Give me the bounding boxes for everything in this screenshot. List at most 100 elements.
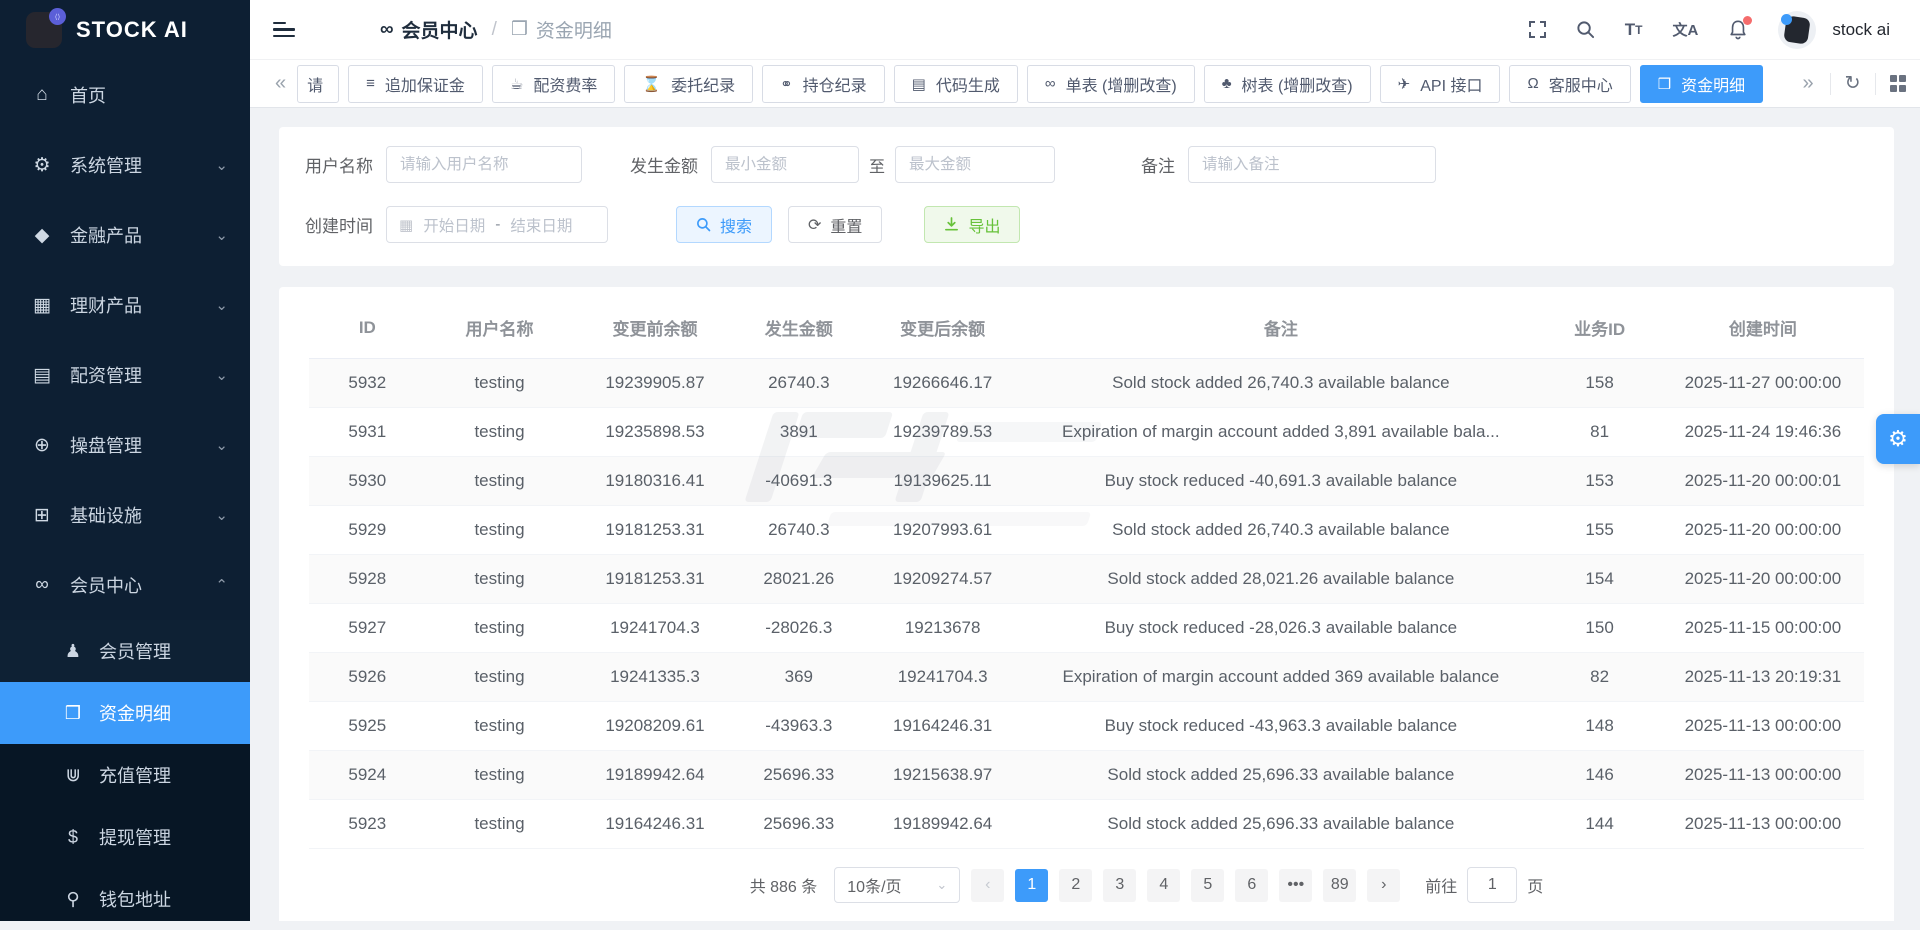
- cell-amount: 26740.3: [736, 358, 861, 408]
- sidebar-menu-item[interactable]: ⌂ 首页: [0, 60, 250, 130]
- goto-unit-label: 页: [1527, 879, 1544, 896]
- table-row[interactable]: 5925 testing 19208209.61 -43963.3 191642…: [309, 701, 1864, 751]
- page-number-button[interactable]: •••: [1279, 868, 1313, 902]
- font-size-icon[interactable]: TT: [1625, 20, 1643, 40]
- cell-balance-after: 19209274.57: [861, 554, 1025, 604]
- tab[interactable]: ☕ 配资费率: [491, 64, 616, 103]
- notification-badge: [1743, 16, 1753, 25]
- user-name-input[interactable]: [386, 146, 582, 183]
- fullscreen-icon[interactable]: [1528, 21, 1546, 38]
- next-page-button[interactable]: ›: [1367, 868, 1401, 902]
- sidebar-submenu-item[interactable]: ❒ 资金明细: [0, 682, 250, 744]
- sidebar-submenu-item[interactable]: ⋓ 充值管理: [0, 744, 250, 806]
- table-row[interactable]: 5924 testing 19189942.64 25696.33 192156…: [309, 750, 1864, 800]
- tab[interactable]: 请: [297, 64, 340, 103]
- export-button[interactable]: 导出: [924, 206, 1021, 243]
- cell-balance-after: 19213678: [861, 603, 1025, 653]
- brand-cube-icon: ⟨⟩: [26, 8, 66, 48]
- table-row[interactable]: 5928 testing 19181253.31 28021.26 192092…: [309, 554, 1864, 604]
- search-button[interactable]: 搜索: [676, 206, 773, 243]
- username[interactable]: stock ai: [1832, 20, 1890, 40]
- avatar[interactable]: [1778, 10, 1817, 49]
- translate-icon[interactable]: 文A: [1673, 19, 1699, 40]
- page-number-button[interactable]: 6: [1235, 868, 1269, 902]
- search-form-card: 用户名称 发生金额 至 备注 创: [279, 127, 1894, 266]
- sidebar-item-label: 操盘管理: [70, 436, 142, 456]
- tabs-scroll-right-icon[interactable]: »: [1800, 72, 1815, 95]
- binoculars-icon: ⚭: [780, 75, 793, 93]
- amount-min-input[interactable]: [711, 146, 859, 183]
- calendar-icon: ▦: [399, 216, 414, 234]
- app-window: ⟨⟩ STOCK AI ⌂ 首页 ⚙ 系统管理 ⌄ ◆ 金融产品 ⌄ ▦ 理财产…: [0, 0, 1920, 921]
- cell-created-time: 2025-11-13 00:00:00: [1661, 750, 1864, 800]
- table-row[interactable]: 5932 testing 19239905.87 26740.3 1926664…: [309, 358, 1864, 408]
- sidebar-subitem-label: 充值管理: [99, 766, 171, 786]
- table-row[interactable]: 5927 testing 19241704.3 -28026.3 1921367…: [309, 603, 1864, 653]
- date-range-input[interactable]: ▦ 开始日期 - 结束日期: [386, 206, 608, 243]
- table-row[interactable]: 5930 testing 19180316.41 -40691.3 191396…: [309, 456, 1864, 506]
- tab[interactable]: ▤ 代码生成: [893, 64, 1018, 103]
- sidebar-menu-item[interactable]: ▤ 配资管理 ⌄: [0, 340, 250, 410]
- cell-balance-after: 19164246.31: [861, 701, 1025, 751]
- tab[interactable]: Ω 客服中心: [1509, 64, 1631, 103]
- main-area: ∞ 会员中心 / ❒ 资金明细 TT 文A stock ai « 请 ≡ 追加保…: [250, 0, 1920, 921]
- notification-bell-icon[interactable]: [1728, 16, 1753, 40]
- page-number-button[interactable]: 1: [1015, 868, 1049, 902]
- sidebar: ⟨⟩ STOCK AI ⌂ 首页 ⚙ 系统管理 ⌄ ◆ 金融产品 ⌄ ▦ 理财产…: [0, 0, 250, 921]
- refresh-icon[interactable]: ↻: [1845, 72, 1861, 95]
- sidebar-collapse-icon[interactable]: [273, 21, 295, 38]
- page-number-button[interactable]: 2: [1059, 868, 1093, 902]
- breadcrumb: ∞ 会员中心 / ❒ 资金明细: [380, 16, 612, 43]
- layout-grid-icon[interactable]: [1889, 75, 1906, 92]
- sidebar-menu-item[interactable]: ▦ 理财产品 ⌄: [0, 270, 250, 340]
- table-row[interactable]: 5923 testing 19164246.31 25696.33 191899…: [309, 799, 1864, 849]
- tab[interactable]: ≡ 追加保证金: [348, 64, 483, 103]
- tab[interactable]: ❒ 资金明细: [1639, 64, 1764, 103]
- page-number-button[interactable]: 5: [1191, 868, 1225, 902]
- table-header-cell: 发生金额: [736, 295, 861, 359]
- cell-created-time: 2025-11-13 20:19:31: [1661, 652, 1864, 702]
- goto-page-input[interactable]: [1467, 867, 1518, 903]
- settings-gear-button[interactable]: ⚙: [1876, 414, 1920, 464]
- cell-balance-after: 19266646.17: [861, 358, 1025, 408]
- prev-page-button[interactable]: ‹: [971, 868, 1005, 902]
- chevron-icon: ⌄: [215, 367, 228, 384]
- cell-created-time: 2025-11-20 00:00:00: [1661, 554, 1864, 604]
- sidebar-submenu-item[interactable]: ♟ 会员管理: [0, 620, 250, 682]
- sidebar-menu-item[interactable]: ⊞ 基础设施 ⌄: [0, 480, 250, 550]
- sidebar-subitem-label: 提现管理: [99, 828, 171, 848]
- sidebar-submenu-item[interactable]: $ 提现管理: [0, 806, 250, 868]
- amount-max-input[interactable]: [895, 146, 1056, 183]
- sidebar-menu-item[interactable]: ∞ 会员中心 ⌃: [0, 550, 250, 620]
- page-number-button[interactable]: 89: [1323, 868, 1357, 902]
- tab-label: 单表 (增删改查): [1065, 77, 1177, 95]
- cell-user: testing: [425, 407, 574, 457]
- tabs-scroll-left-icon[interactable]: «: [273, 72, 288, 95]
- search-icon[interactable]: [1576, 20, 1595, 39]
- cell-biz-id: 154: [1537, 554, 1662, 604]
- tab[interactable]: ♣ 树表 (增删改查): [1203, 64, 1371, 103]
- sidebar-menu-item[interactable]: ⊕ 操盘管理 ⌄: [0, 410, 250, 480]
- table-row[interactable]: 5929 testing 19181253.31 26740.3 1920799…: [309, 505, 1864, 555]
- table-row[interactable]: 5926 testing 19241335.3 369 19241704.3 E…: [309, 652, 1864, 702]
- tab[interactable]: ⌛ 委托纪录: [624, 64, 754, 103]
- reset-button[interactable]: ⟳ 重置: [788, 206, 883, 243]
- cell-balance-before: 19208209.61: [573, 701, 737, 751]
- sidebar-item-label: 理财产品: [70, 296, 142, 316]
- sidebar-submenu-item[interactable]: ⚲ 钱包地址: [0, 868, 250, 930]
- note-input[interactable]: [1188, 146, 1437, 183]
- date-start-placeholder: 开始日期: [423, 217, 486, 235]
- table-row[interactable]: 5931 testing 19235898.53 3891 19239789.5…: [309, 407, 1864, 457]
- tab[interactable]: ∞ 单表 (增删改查): [1026, 64, 1195, 103]
- page-number-button[interactable]: 4: [1147, 868, 1181, 902]
- page-number-button[interactable]: 3: [1103, 868, 1137, 902]
- date-end-placeholder: 结束日期: [510, 217, 573, 235]
- tab[interactable]: ⚭ 持仓纪录: [762, 64, 885, 103]
- page-size-select[interactable]: 10条/页 ⌄: [834, 867, 961, 903]
- cell-balance-before: 19241704.3: [573, 603, 737, 653]
- sidebar-menu-item[interactable]: ⚙ 系统管理 ⌄: [0, 130, 250, 200]
- cell-remark: Sold stock added 26,740.3 available bala…: [1024, 358, 1538, 408]
- breadcrumb-section[interactable]: ∞ 会员中心: [380, 16, 478, 43]
- tab[interactable]: ✈ API 接口: [1379, 64, 1501, 103]
- sidebar-menu-item[interactable]: ◆ 金融产品 ⌄: [0, 200, 250, 270]
